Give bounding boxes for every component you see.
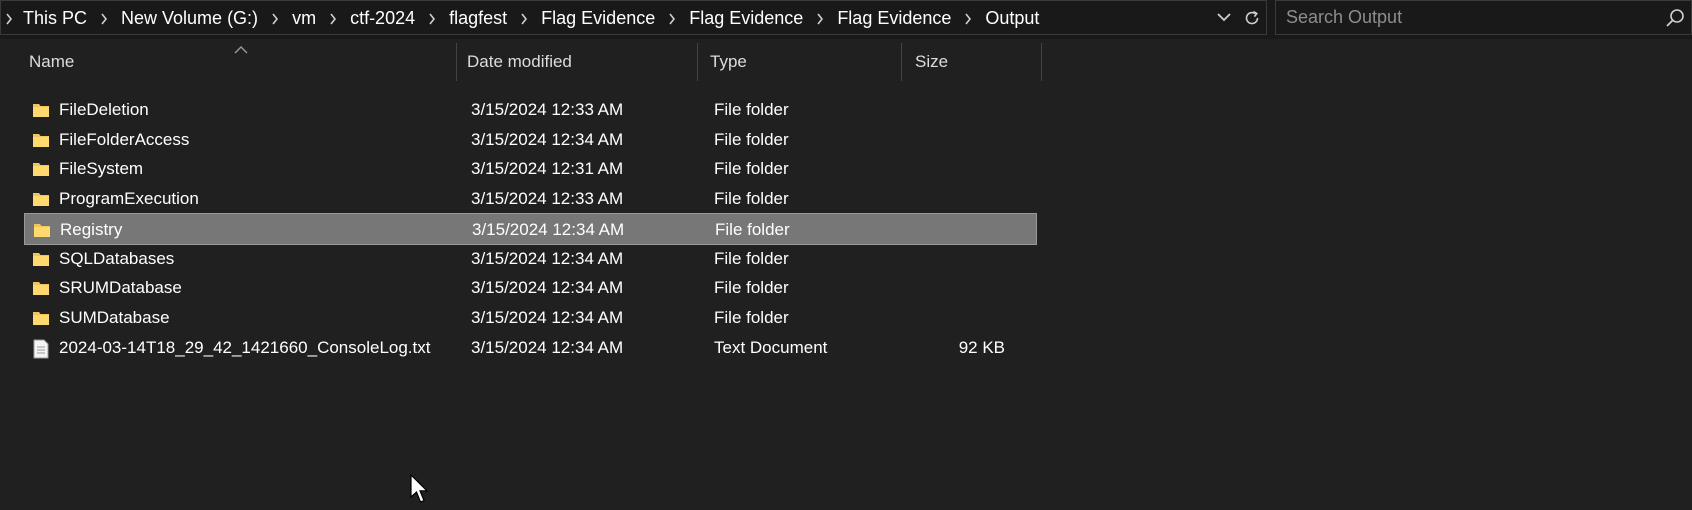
breadcrumb: This PC New Volume (G:) vm ctf-2024 flag… bbox=[1, 1, 1045, 36]
file-type: Text Document bbox=[714, 337, 828, 357]
table-row[interactable]: Registry 3/15/2024 12:34 AM File folder bbox=[24, 212, 1037, 246]
chevron-right-icon[interactable] bbox=[809, 1, 831, 36]
folder-icon bbox=[32, 279, 50, 297]
breadcrumb-item-ctf[interactable]: ctf-2024 bbox=[344, 1, 421, 36]
file-type: File folder bbox=[714, 129, 789, 149]
file-name: Registry bbox=[60, 219, 123, 239]
file-name: SRUMDatabase bbox=[59, 278, 182, 298]
file-size: 92 KB bbox=[958, 337, 1005, 357]
file-name: SQLDatabases bbox=[59, 248, 175, 268]
file-size bbox=[914, 94, 1005, 126]
breadcrumb-item-drive[interactable]: New Volume (G:) bbox=[115, 1, 264, 36]
breadcrumb-item-flag-evidence-2[interactable]: Flag Evidence bbox=[683, 1, 809, 36]
file-type: File folder bbox=[714, 159, 789, 179]
column-header-size[interactable]: Size bbox=[906, 43, 1042, 81]
file-size bbox=[915, 214, 1006, 246]
search-box[interactable] bbox=[1275, 0, 1692, 35]
file-name: FileDeletion bbox=[59, 100, 149, 119]
table-row[interactable]: 2024-03-14T18_29_42_1421660_ConsoleLog.t… bbox=[24, 332, 1037, 364]
file-date-modified: 3/15/2024 12:34 AM bbox=[471, 307, 624, 327]
chevron-right-icon[interactable] bbox=[93, 1, 115, 36]
column-header-date-modified[interactable]: Date modified bbox=[458, 43, 698, 81]
file-type: File folder bbox=[714, 248, 789, 268]
address-bar[interactable]: This PC New Volume (G:) vm ctf-2024 flag… bbox=[0, 0, 1267, 35]
chevron-right-icon[interactable] bbox=[322, 1, 344, 36]
folder-icon bbox=[32, 309, 50, 327]
file-date-modified: 3/15/2024 12:34 AM bbox=[471, 129, 624, 149]
column-header-name[interactable]: Name bbox=[20, 43, 457, 81]
column-header: Name Date modified Type Size bbox=[0, 39, 1043, 89]
file-name: 2024-03-14T18_29_42_1421660_ConsoleLog.t… bbox=[59, 337, 431, 357]
search-icon[interactable] bbox=[1665, 7, 1687, 29]
file-type: File folder bbox=[714, 100, 789, 119]
breadcrumb-item-output[interactable]: Output bbox=[979, 1, 1045, 36]
file-type: File folder bbox=[714, 189, 789, 209]
breadcrumb-item-this-pc[interactable]: This PC bbox=[17, 1, 93, 36]
file-size bbox=[914, 153, 1005, 185]
column-header-type[interactable]: Type bbox=[701, 43, 902, 81]
chevron-down-icon[interactable] bbox=[1210, 1, 1238, 34]
chevron-right-icon[interactable] bbox=[513, 1, 535, 36]
file-date-modified: 3/15/2024 12:31 AM bbox=[471, 159, 624, 179]
folder-icon bbox=[32, 160, 50, 178]
file-type: File folder bbox=[714, 278, 789, 298]
chevron-right-icon[interactable] bbox=[1, 1, 17, 36]
file-name: ProgramExecution bbox=[59, 189, 199, 209]
file-date-modified: 3/15/2024 12:34 AM bbox=[471, 248, 624, 268]
file-name: FileFolderAccess bbox=[59, 129, 190, 149]
folder-icon bbox=[32, 131, 50, 149]
file-type: File folder bbox=[714, 307, 789, 327]
file-size bbox=[914, 302, 1005, 334]
file-date-modified: 3/15/2024 12:33 AM bbox=[471, 100, 624, 119]
chevron-right-icon[interactable] bbox=[421, 1, 443, 36]
file-name: FileSystem bbox=[59, 159, 144, 179]
breadcrumb-item-flag-evidence-3[interactable]: Flag Evidence bbox=[831, 1, 957, 36]
breadcrumb-item-vm[interactable]: vm bbox=[286, 1, 322, 36]
table-row[interactable]: SRUMDatabase 3/15/2024 12:34 AM File folde… bbox=[24, 272, 1037, 304]
file-name: SUMDatabase bbox=[59, 307, 170, 327]
chevron-right-icon[interactable] bbox=[264, 1, 286, 36]
file-size bbox=[914, 183, 1005, 215]
table-row[interactable]: FileSystem 3/15/2024 12:31 AM File folder bbox=[24, 153, 1037, 185]
table-row[interactable]: SUMDatabase 3/15/2024 12:34 AM File folder bbox=[24, 302, 1037, 334]
file-date-modified: 3/15/2024 12:33 AM bbox=[471, 189, 624, 209]
text-document-icon bbox=[32, 339, 50, 359]
file-date-modified: 3/15/2024 12:34 AM bbox=[471, 278, 624, 298]
folder-icon bbox=[32, 250, 50, 268]
breadcrumb-item-flag-evidence-1[interactable]: Flag Evidence bbox=[535, 1, 661, 36]
table-row[interactable]: SQLDatabases 3/15/2024 12:34 AM File folde… bbox=[24, 243, 1037, 275]
mouse-cursor-icon bbox=[410, 474, 428, 503]
file-size bbox=[914, 272, 1005, 304]
file-list-pane: Name Date modified Type Size FileDeletio… bbox=[0, 39, 1692, 510]
file-date-modified: 3/15/2024 12:34 AM bbox=[471, 337, 624, 357]
table-row[interactable]: ProgramExecution 3/15/2024 12:33 AM File f… bbox=[24, 183, 1037, 215]
folder-icon bbox=[32, 101, 50, 119]
table-row[interactable]: FileDeletion 3/15/2024 12:33 AM File folde… bbox=[24, 94, 1037, 126]
refresh-icon[interactable] bbox=[1238, 1, 1266, 34]
file-size bbox=[914, 243, 1005, 275]
folder-icon bbox=[32, 190, 50, 208]
file-size bbox=[914, 124, 1005, 156]
breadcrumb-item-flagfest[interactable]: flagfest bbox=[443, 1, 513, 36]
file-date-modified: 3/15/2024 12:34 AM bbox=[472, 219, 625, 239]
search-input[interactable] bbox=[1276, 1, 1656, 34]
chevron-right-icon[interactable] bbox=[957, 1, 979, 36]
folder-icon bbox=[33, 221, 51, 239]
table-row[interactable]: FileFolderAccess 3/15/2024 12:34 AM File f… bbox=[24, 124, 1037, 156]
chevron-right-icon[interactable] bbox=[661, 1, 683, 36]
file-type: File folder bbox=[715, 219, 790, 239]
